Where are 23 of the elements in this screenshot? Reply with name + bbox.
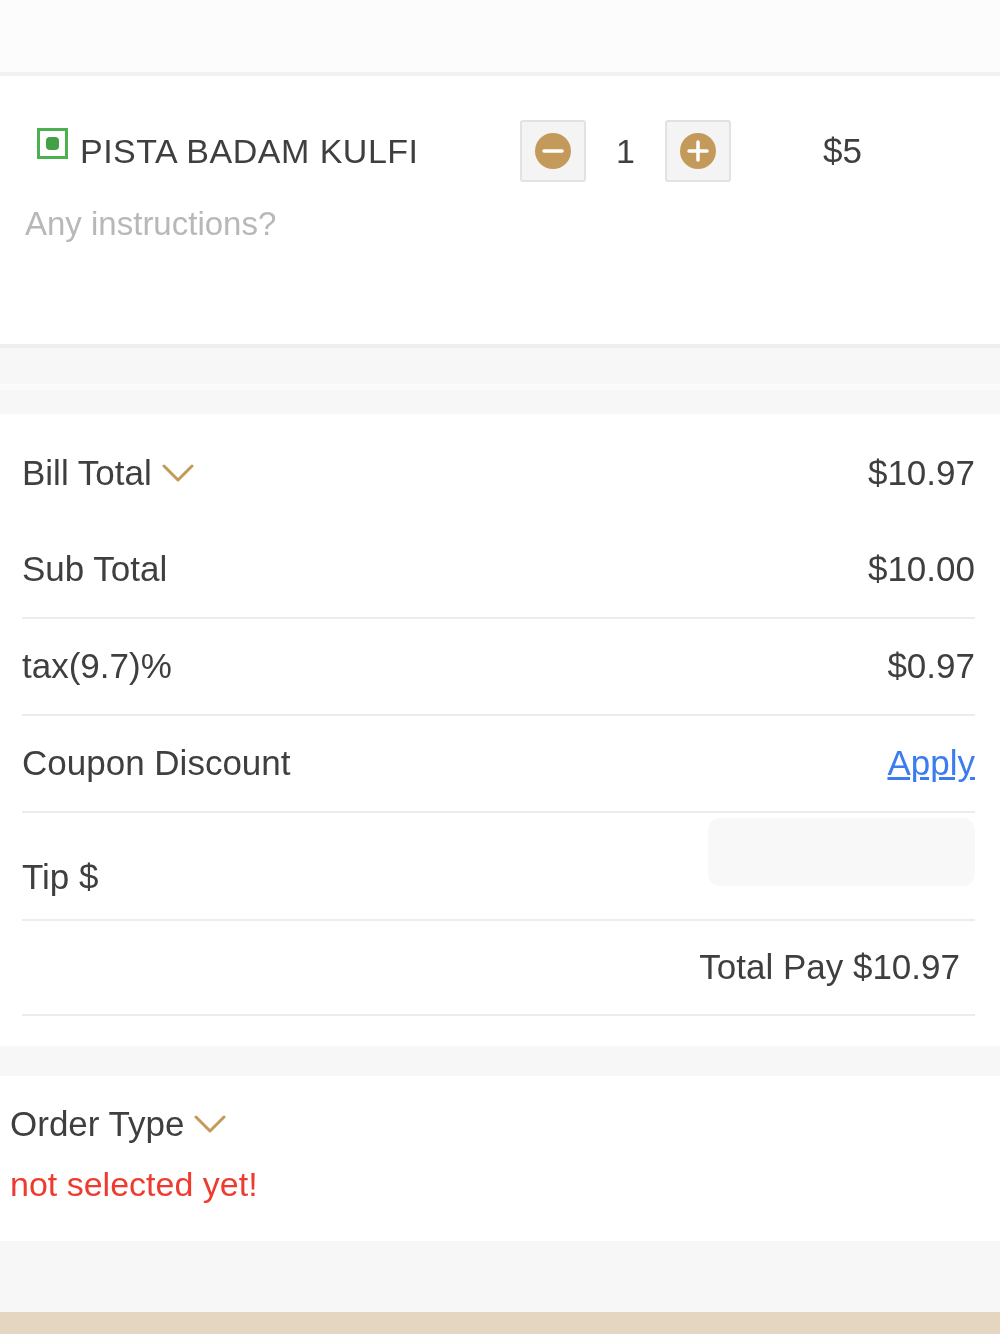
chevron-down-icon — [161, 464, 194, 482]
order-type-status: not selected yet! — [10, 1163, 259, 1205]
bill-label: tax(9.7)% — [22, 645, 172, 688]
increase-button[interactable] — [665, 120, 731, 182]
decrease-button[interactable] — [520, 120, 586, 182]
bill-amount: $0.97 — [887, 645, 975, 688]
bill-total-toggle[interactable]: Bill Total — [22, 446, 194, 500]
minus-icon — [535, 133, 571, 169]
item-name: PISTA BADAM KULFI — [80, 130, 419, 172]
veg-icon — [37, 127, 68, 159]
bill-label: Tip $ — [22, 856, 99, 898]
apply-link[interactable]: Apply — [887, 737, 975, 790]
order-type-toggle[interactable]: Order Type — [10, 1098, 227, 1151]
bill-label: Coupon Discount — [22, 742, 291, 785]
bill-label: Sub Total — [22, 548, 168, 591]
instructions-field[interactable]: Any instructions? — [25, 200, 625, 248]
plus-icon — [680, 133, 716, 169]
chevron-down-icon — [194, 1115, 227, 1134]
quantity: 1 — [615, 130, 636, 172]
bill-amount: $10.00 — [867, 548, 975, 591]
bill-total-amount: $10.97 — [867, 451, 975, 494]
item-price: $5 — [823, 129, 862, 172]
total-pay: Total Pay $10.97 — [699, 946, 960, 989]
